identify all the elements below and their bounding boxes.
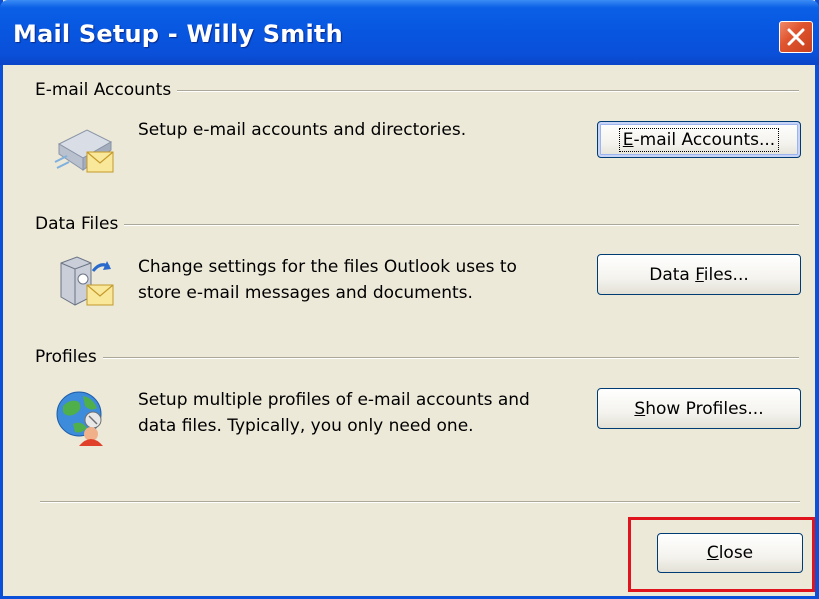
show-profiles-button-label: Show Profiles... <box>634 398 764 419</box>
close-button[interactable]: Close <box>657 533 803 573</box>
profiles-globe-icon <box>56 391 103 446</box>
close-button-label: Close <box>706 543 754 563</box>
email-accounts-description: Setup e-mail accounts and directories. <box>138 120 467 140</box>
data-files-button-label: Data Files... <box>649 264 749 285</box>
profiles-separator <box>35 357 799 359</box>
data-files-description-line1: Change settings for the files Outlook us… <box>138 257 517 277</box>
email-accounts-icon <box>54 129 114 173</box>
footer-divider <box>40 501 800 503</box>
data-files-separator <box>35 224 799 226</box>
mail-setup-dialog: Mail Setup - Willy Smith E-mail Accounts… <box>0 0 819 599</box>
data-files-description-line2: store e-mail messages and documents. <box>138 283 473 303</box>
data-files-button[interactable]: Data Files... <box>597 254 801 295</box>
email-accounts-button-label: E-mail Accounts... <box>618 127 780 152</box>
close-icon <box>787 28 805 46</box>
title-bar[interactable]: Mail Setup - Willy Smith <box>0 0 819 65</box>
profiles-label: Profiles <box>35 347 103 367</box>
email-accounts-label: E-mail Accounts <box>35 80 178 100</box>
email-accounts-button[interactable]: E-mail Accounts... <box>597 121 801 158</box>
title-close-button[interactable] <box>779 21 813 53</box>
data-files-label: Data Files <box>35 214 125 234</box>
window-title: Mail Setup - Willy Smith <box>13 20 343 48</box>
profiles-description-line2: data files. Typically, you only need one… <box>138 416 474 436</box>
profiles-description-line1: Setup multiple profiles of e-mail accoun… <box>138 390 530 410</box>
show-profiles-button[interactable]: Show Profiles... <box>597 388 801 429</box>
data-files-icon <box>60 256 114 306</box>
